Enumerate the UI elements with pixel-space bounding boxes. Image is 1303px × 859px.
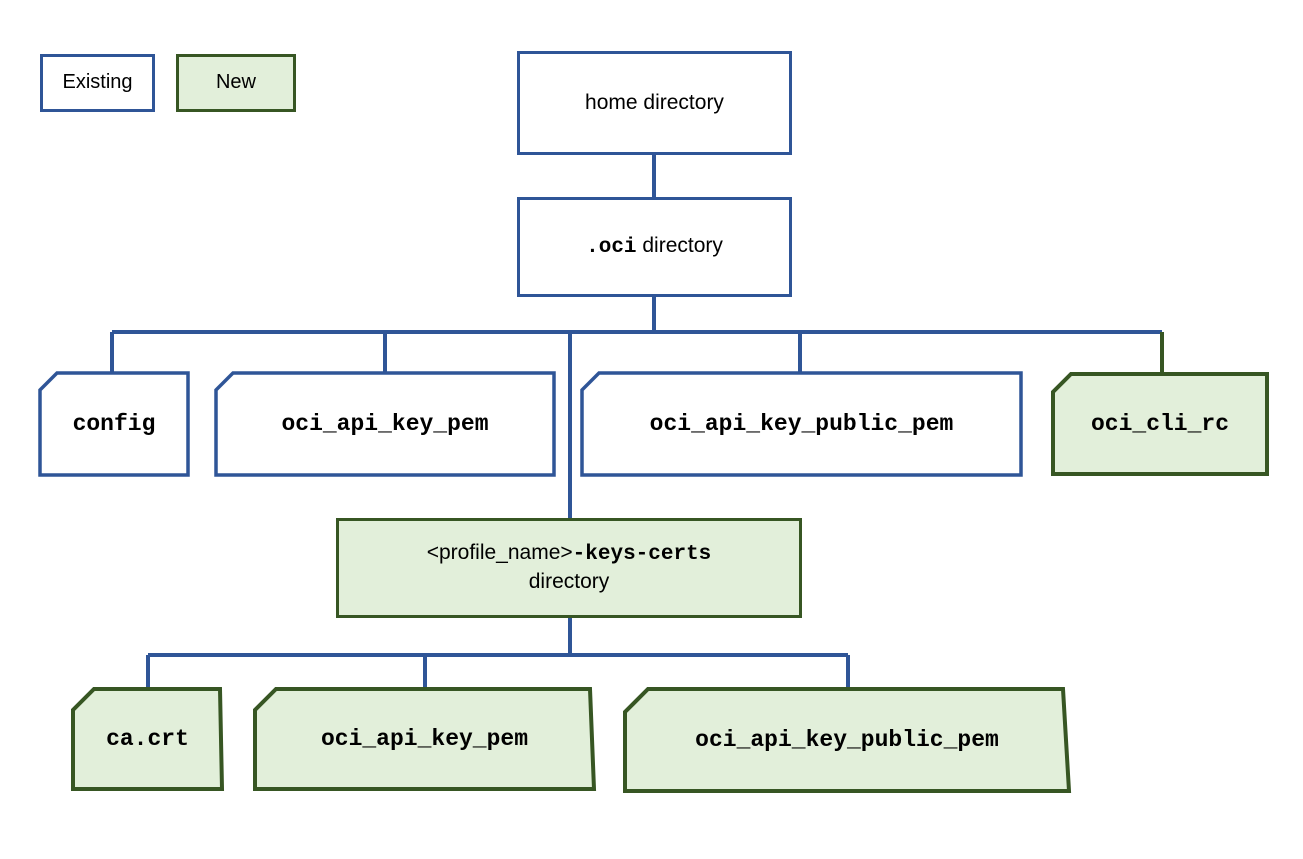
ca-crt-label: ca.crt: [106, 726, 189, 752]
home-directory-label: home directory: [585, 90, 724, 114]
node-home-directory: home directory: [517, 51, 792, 155]
certs-oci-api-key-public-pem-label-wrap: oci_api_key_public_pem: [622, 686, 1072, 794]
oci-directory-suffix: directory: [636, 233, 723, 257]
node-oci-api-key-pem: oci_api_key_pem: [214, 371, 556, 477]
node-oci-api-key-public-pem: oci_api_key_public_pem: [580, 371, 1023, 477]
legend-new-box: New: [176, 54, 296, 112]
oci-directory-text: .oci directory: [586, 233, 723, 262]
node-oci-directory: .oci directory: [517, 197, 792, 297]
node-config: config: [38, 371, 190, 477]
node-certs-oci-api-key-pem: oci_api_key_pem: [252, 686, 597, 792]
legend-existing-box: Existing: [40, 54, 155, 112]
oci-api-key-public-pem-label-wrap: oci_api_key_public_pem: [580, 371, 1023, 477]
node-certs-oci-api-key-public-pem: oci_api_key_public_pem: [622, 686, 1072, 794]
diagram-canvas: Existing New home directory .oci directo…: [0, 0, 1303, 859]
oci-api-key-pem-label-wrap: oci_api_key_pem: [214, 371, 556, 477]
oci-directory-name: .oci: [586, 235, 637, 259]
certs-oci-api-key-pem-label-wrap: oci_api_key_pem: [252, 686, 597, 792]
keys-certs-name-line: <profile_name>-keys-certs: [427, 540, 712, 569]
oci-cli-rc-label: oci_cli_rc: [1090, 411, 1230, 437]
legend-existing-label: Existing: [62, 71, 133, 94]
certs-oci-api-key-pem-label: oci_api_key_pem: [320, 726, 529, 752]
node-keys-certs-directory: <profile_name>-keys-certs directory: [336, 518, 802, 618]
oci-api-key-pem-label: oci_api_key_pem: [281, 411, 489, 437]
config-label-wrap: config: [38, 371, 190, 477]
oci-api-key-public-pem-label: oci_api_key_public_pem: [649, 411, 954, 437]
node-oci-cli-rc: oci_cli_rc: [1050, 371, 1270, 477]
keys-certs-name: -keys-certs: [572, 543, 712, 567]
keys-certs-profile-placeholder: <profile_name>: [426, 541, 573, 565]
keys-certs-suffix: directory: [528, 570, 610, 593]
ca-crt-label-wrap: ca.crt: [70, 686, 225, 792]
node-ca-crt: ca.crt: [70, 686, 225, 792]
legend-new-label: New: [215, 71, 256, 94]
certs-oci-api-key-public-pem-label: oci_api_key_public_pem: [695, 727, 999, 753]
config-label: config: [72, 411, 156, 437]
oci-cli-rc-label-wrap: oci_cli_rc: [1050, 371, 1270, 477]
